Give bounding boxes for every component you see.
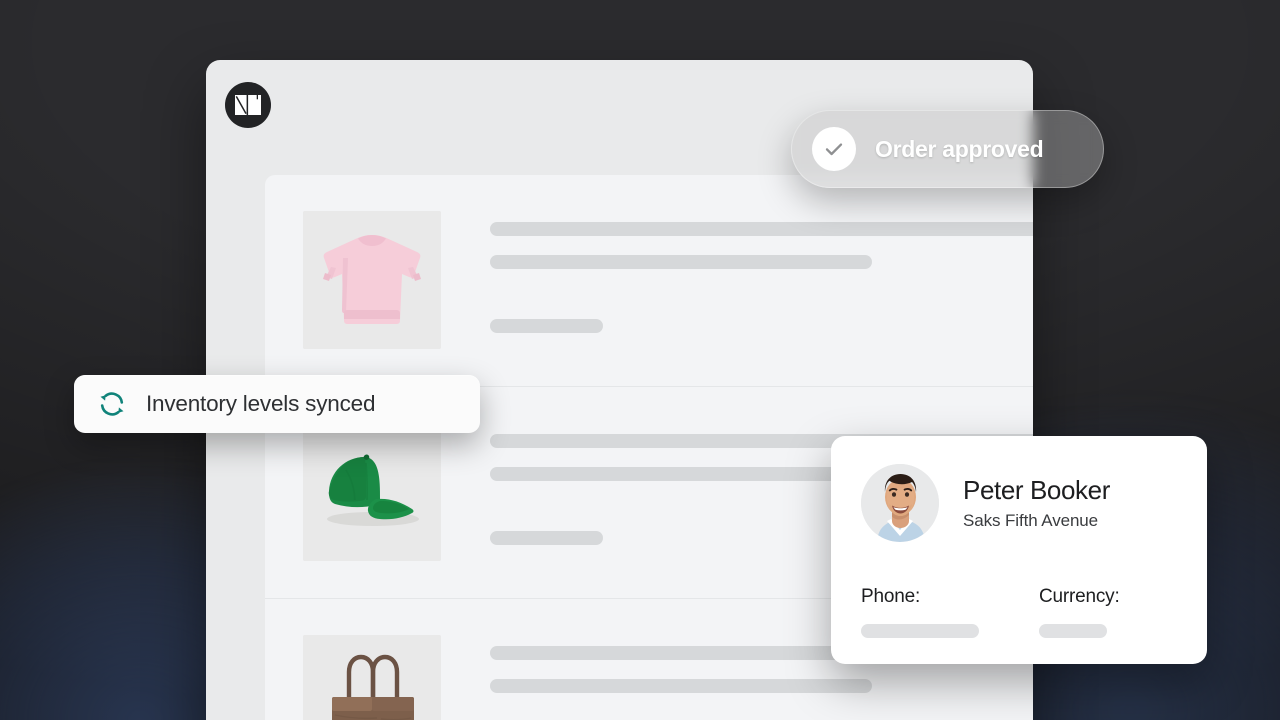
skeleton-line: [490, 319, 603, 333]
check-circle-icon: [812, 127, 856, 171]
contact-company: Saks Fifth Avenue: [963, 511, 1099, 530]
table-row[interactable]: [265, 175, 1033, 387]
inventory-synced-notification[interactable]: Inventory levels synced: [74, 375, 480, 433]
inventory-synced-label: Inventory levels synced: [146, 391, 376, 416]
product-thumbnail[interactable]: [303, 211, 441, 349]
person-headshot-avatar: [861, 464, 939, 542]
field-value-placeholder: [861, 624, 979, 638]
skeleton-line: [490, 679, 872, 693]
green-baseball-cap-image: [303, 423, 441, 561]
product-thumbnail[interactable]: [303, 635, 441, 720]
skeleton-lines: [490, 211, 1033, 333]
brown-leather-tote-bag-image: [303, 635, 441, 720]
product-thumbnail[interactable]: [303, 423, 441, 561]
avatar: [861, 464, 939, 542]
order-approved-notification[interactable]: Order approved: [791, 110, 1104, 188]
contact-name: Peter Booker: [963, 475, 1110, 505]
order-approved-label: Order approved: [875, 135, 1044, 162]
contact-field-phone: Phone:: [861, 586, 1039, 638]
skeleton-line: [490, 255, 872, 269]
skeleton-line: [490, 222, 1033, 236]
field-value-placeholder: [1039, 624, 1107, 638]
contact-header: Peter Booker Saks Fifth Avenue: [861, 464, 1177, 542]
contact-field-currency: Currency:: [1039, 586, 1120, 638]
field-label: Phone:: [861, 586, 921, 607]
contact-identity: Peter Booker Saks Fifth Avenue: [963, 475, 1110, 531]
contact-card[interactable]: Peter Booker Saks Fifth Avenue Phone: Cu…: [831, 436, 1207, 664]
sync-refresh-icon: [97, 389, 127, 419]
skeleton-line: [490, 531, 603, 545]
app-logo-badge[interactable]: [225, 82, 271, 128]
contact-fields: Phone: Currency:: [861, 586, 1177, 638]
pink-crewneck-sweatshirt-image: [303, 211, 441, 349]
field-label: Currency:: [1039, 586, 1120, 607]
netsuite-panels-logo-icon: [235, 95, 261, 115]
skeleton-line: [490, 467, 872, 481]
